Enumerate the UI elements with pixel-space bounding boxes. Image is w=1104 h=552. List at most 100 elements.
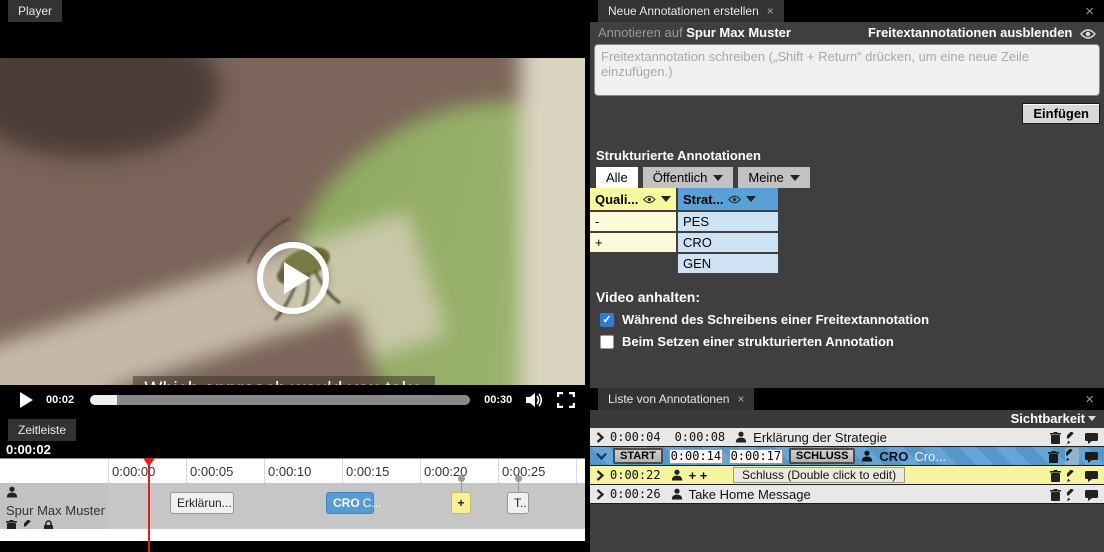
timeline-annotation-chip[interactable]: Erklärun... — [170, 492, 234, 514]
schluss-button[interactable]: SCHLUSS — [789, 448, 856, 464]
timeline-annotation-chip[interactable]: + — [451, 492, 471, 514]
filter-tab-oeffentlich[interactable]: Öffentlich — [643, 167, 734, 188]
panel-close-icon[interactable]: × — [1085, 391, 1094, 408]
comment-icon[interactable] — [1085, 451, 1098, 463]
user-icon — [6, 486, 18, 498]
dropdown-caret-icon[interactable] — [746, 196, 756, 202]
list-panel-tabbar: Liste von Annotationen × × — [590, 388, 1104, 410]
start-time-input[interactable] — [669, 449, 723, 464]
expand-chevron-icon[interactable] — [596, 489, 604, 500]
tab-player-label: Player — [18, 4, 52, 18]
checkbox-row-structured: Beim Setzen einer strukturierten Annotat… — [590, 332, 1104, 351]
filter-tab-label: Meine — [748, 170, 783, 185]
tab-liste-von-annotationen[interactable]: Liste von Annotationen × — [598, 388, 754, 410]
tick-label: 0:00:05 — [190, 464, 233, 479]
comment-icon[interactable] — [1085, 470, 1098, 482]
user-icon — [671, 469, 683, 481]
delete-icon[interactable] — [1050, 489, 1061, 501]
create-annotations-panel: Neue Annotationen erstellen × × Annotier… — [590, 0, 1104, 388]
column-header-quali[interactable]: Quali... — [590, 188, 676, 210]
annotation-list-row[interactable]: 0:00:04 0:00:08 Erklärung der Strategie — [590, 428, 1104, 447]
tab-neue-annotationen[interactable]: Neue Annotationen erstellen × — [598, 0, 784, 22]
fullscreen-icon[interactable] — [557, 392, 575, 408]
big-play-button[interactable] — [257, 242, 329, 314]
comment-icon[interactable] — [1085, 432, 1098, 444]
table-cell[interactable]: - — [590, 212, 676, 231]
start-time: 0:00:22 — [610, 468, 661, 482]
edit-hint-tooltip[interactable]: Schluss (Double click to edit) — [733, 467, 905, 483]
checkbox-unchecked[interactable] — [600, 335, 614, 349]
video-cream-strip — [520, 58, 585, 385]
volume-icon[interactable] — [525, 392, 544, 408]
video-caption: Which approach would you take — [132, 376, 434, 385]
timeline-tabbar: Zeitleiste — [0, 415, 585, 441]
end-time: 0:00:08 — [675, 430, 726, 444]
dropdown-caret-icon — [713, 175, 723, 181]
dropdown-caret-icon[interactable] — [661, 196, 671, 202]
video-stop-heading: Video anhalten: — [590, 275, 1104, 310]
timeline-annotation-chip[interactable]: CRO C... — [326, 492, 374, 514]
eye-icon[interactable] — [1080, 29, 1096, 39]
tab-close-icon[interactable]: × — [767, 4, 774, 18]
delete-icon[interactable] — [1048, 451, 1059, 463]
edit-icon[interactable] — [1067, 432, 1079, 444]
annotation-pin — [458, 475, 465, 482]
table-cell[interactable]: + — [590, 233, 676, 252]
tab-close-icon[interactable]: × — [737, 392, 744, 406]
annotation-text: Take Home Message — [689, 487, 811, 502]
seek-bar[interactable] — [90, 395, 470, 405]
start-button[interactable]: START — [613, 448, 663, 464]
panel-close-icon[interactable]: × — [1085, 3, 1094, 20]
timeline-annotation-chip[interactable]: T.. — [507, 492, 529, 514]
checkbox-checked[interactable]: ✓ — [600, 313, 614, 327]
visibility-label[interactable]: Sichtbarkeit — [1011, 411, 1085, 426]
edit-icon[interactable] — [1067, 489, 1079, 501]
expand-chevron-icon[interactable] — [596, 470, 604, 481]
video-shadow-shape — [0, 58, 220, 158]
hide-freetext-label[interactable]: Freitextannotationen ausblenden — [868, 25, 1072, 40]
column-header-label: Quali... — [595, 192, 638, 207]
column-header-strat[interactable]: Strat... — [678, 188, 778, 210]
table-cell[interactable]: GEN — [678, 254, 778, 273]
checkbox-label: Während des Schreibens einer Freitextann… — [622, 312, 929, 327]
edit-icon-active[interactable] — [1065, 448, 1079, 465]
tab-zeitleiste[interactable]: Zeitleiste — [8, 419, 76, 441]
insert-button[interactable]: Einfügen — [1022, 103, 1100, 124]
filter-tab-label: Öffentlich — [653, 170, 708, 185]
table-cell — [590, 254, 676, 273]
eye-icon[interactable] — [643, 195, 656, 204]
table-cell[interactable]: CRO — [678, 233, 778, 252]
track-label: Spur Max Muster — [0, 483, 108, 529]
table-cell[interactable]: PES — [678, 212, 778, 231]
annotation-list-row-selected[interactable]: START SCHLUSS CRO Cro... — [590, 447, 1104, 466]
delete-icon[interactable] — [1050, 470, 1061, 482]
player-tabbar: Player — [0, 0, 585, 22]
expand-chevron-icon[interactable] — [596, 432, 604, 443]
annotation-pin-stem — [461, 482, 462, 492]
filter-tab-alle[interactable]: Alle — [596, 167, 638, 188]
annotation-pin-stem — [518, 482, 519, 492]
chip-label: T.. — [514, 496, 527, 510]
tab-zeitleiste-label: Zeitleiste — [18, 423, 66, 437]
play-button[interactable] — [20, 392, 33, 408]
annotation-list-row[interactable]: 0:00:22 + + Schluss (Double click to edi… — [590, 466, 1104, 485]
eye-icon[interactable] — [728, 195, 741, 204]
tab-player[interactable]: Player — [8, 0, 62, 22]
annotation-track[interactable]: Spur Max Muster Erklärun... CRO C... + T… — [0, 483, 585, 529]
annotation-list-row[interactable]: 0:00:26 Take Home Message — [590, 485, 1104, 504]
edit-icon[interactable] — [1067, 470, 1079, 482]
annotate-track-name: Spur Max Muster — [686, 25, 791, 40]
filter-tab-meine[interactable]: Meine — [738, 167, 809, 188]
end-time-input[interactable] — [729, 449, 783, 464]
freetext-input[interactable] — [594, 44, 1100, 96]
dropdown-caret-icon — [790, 175, 800, 181]
edit-icon — [1066, 449, 1078, 461]
comment-icon[interactable] — [1085, 489, 1098, 501]
user-icon — [861, 450, 873, 462]
video-frame[interactable]: Which approach would you take — [0, 58, 585, 385]
chip-label: Erklärun... — [177, 496, 232, 510]
collapse-chevron-icon[interactable] — [596, 452, 607, 460]
seek-bar-fill — [90, 395, 117, 405]
delete-icon[interactable] — [1050, 432, 1061, 444]
playhead-line[interactable] — [148, 458, 150, 552]
